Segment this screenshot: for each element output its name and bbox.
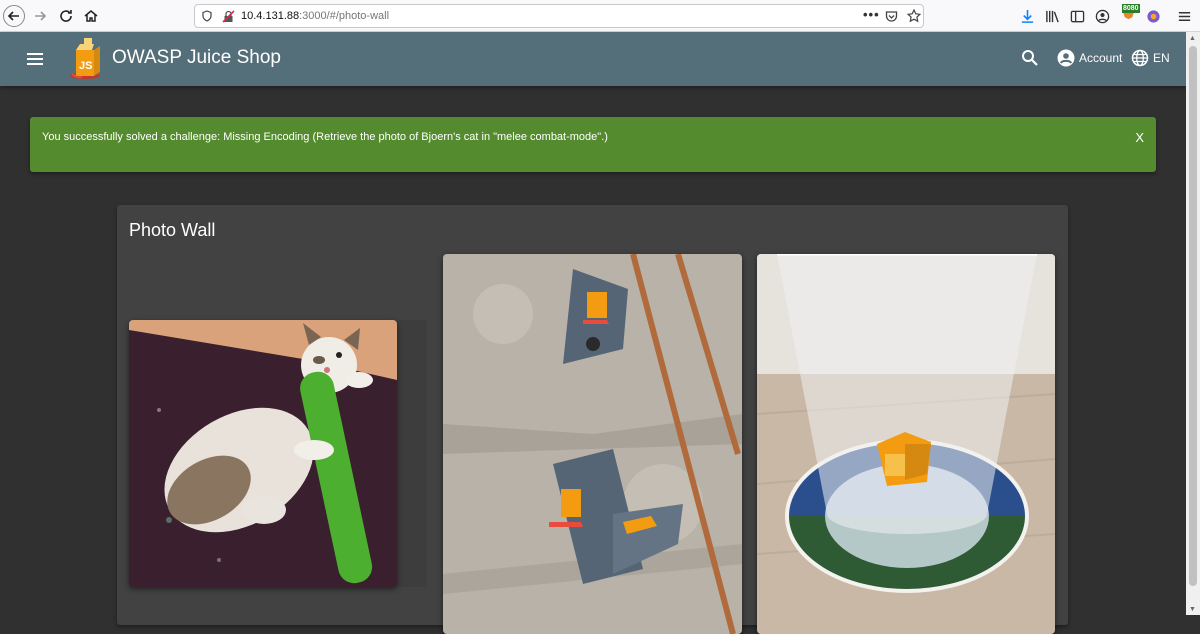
photo-wall-title: Photo Wall (129, 220, 216, 240)
photo-wall-card: Photo Wall (117, 205, 1068, 634)
arrow-right-icon (35, 11, 47, 21)
wappalyzer-icon (1146, 9, 1160, 23)
tracking-shield-icon[interactable] (201, 10, 213, 22)
menu-icon[interactable] (24, 48, 46, 70)
home-button[interactable] (79, 4, 103, 28)
url-path: :3000/#/photo-wall (299, 10, 390, 22)
glass-coaster-image (757, 254, 1055, 634)
back-button[interactable] (3, 5, 25, 27)
scroll-up-icon[interactable]: ▲ (1189, 35, 1196, 42)
language-button[interactable]: EN (1131, 47, 1170, 69)
insecure-lock-icon[interactable] (222, 10, 235, 23)
library-button[interactable] (1044, 8, 1060, 24)
banner-close-button[interactable]: X (1135, 130, 1144, 145)
juice-shop-logo[interactable]: JS (68, 36, 106, 80)
pocket-icon[interactable] (885, 10, 898, 23)
photo-card-side (397, 320, 427, 587)
account-label: Account (1079, 51, 1123, 65)
account-button[interactable]: Account (1057, 47, 1122, 69)
url-text: 10.4.131.88:3000/#/photo-wall (241, 10, 389, 22)
home-icon (84, 10, 98, 22)
language-label: EN (1153, 51, 1170, 65)
sidebar-icon (1070, 10, 1084, 22)
downloads-button[interactable] (1019, 8, 1035, 24)
app-title[interactable]: OWASP Juice Shop (112, 47, 281, 69)
glass-coaster-photo[interactable] (757, 254, 1055, 634)
scroll-thumb[interactable] (1189, 46, 1197, 586)
page-scrollbar[interactable]: ▲ ▼ (1186, 32, 1200, 615)
account-circle-icon (1057, 49, 1075, 67)
svg-text:JS: JS (79, 60, 92, 72)
challenge-solved-banner: You successfully solved a challenge: Mis… (30, 117, 1156, 172)
reload-icon (60, 10, 72, 22)
browser-menu-button[interactable] (1176, 8, 1192, 24)
sidebar-button[interactable] (1069, 8, 1085, 24)
arrow-left-icon (7, 11, 19, 21)
library-icon (1045, 10, 1059, 22)
app-toolbar: JS OWASP Juice Shop Account EN (0, 32, 1186, 86)
hamburger-icon (1178, 11, 1190, 21)
page-actions-icon[interactable]: ••• (863, 7, 880, 22)
cat-photo[interactable] (129, 320, 397, 587)
globe-icon (1131, 49, 1149, 67)
bookmark-star-icon[interactable] (907, 9, 921, 23)
proxy-port-badge: 8080 (1122, 4, 1140, 13)
banner-message: You successfully solved a challenge: Mis… (42, 131, 608, 143)
user-circle-icon (1095, 9, 1109, 23)
wappalyzer-button[interactable] (1145, 8, 1161, 24)
url-host: 10.4.131.88 (241, 10, 300, 22)
scroll-down-icon[interactable]: ▼ (1189, 606, 1196, 613)
search-icon[interactable] (1020, 48, 1040, 68)
wall-mount-image (443, 254, 742, 634)
browser-toolbar: 10.4.131.88:3000/#/photo-wall ••• 8080 (0, 0, 1200, 32)
address-bar[interactable]: 10.4.131.88:3000/#/photo-wall ••• (194, 4, 924, 28)
download-arrow-icon (1021, 9, 1033, 23)
wall-mount-photo[interactable] (443, 254, 742, 634)
cat-image (129, 320, 397, 587)
forward-button[interactable] (28, 4, 52, 28)
firefox-account-button[interactable] (1094, 8, 1110, 24)
reload-button[interactable] (54, 4, 78, 28)
